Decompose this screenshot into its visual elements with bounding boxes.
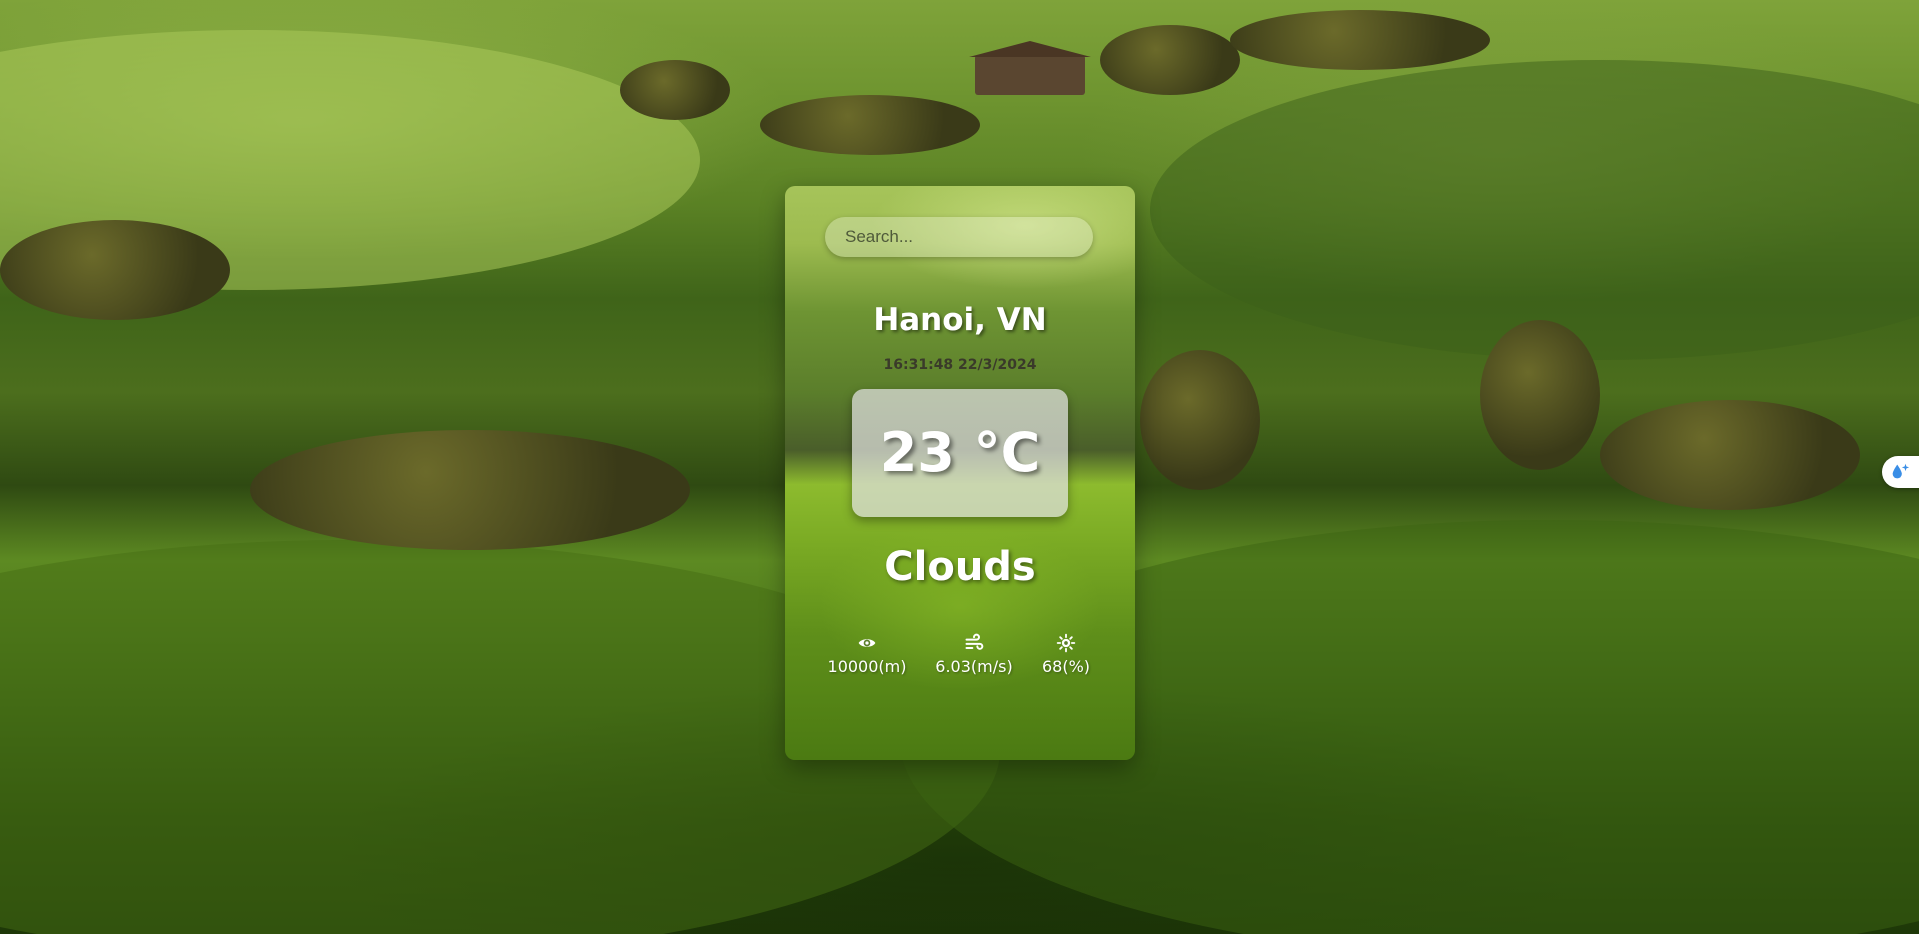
tree-cluster: [250, 430, 690, 550]
tree-cluster: [1600, 400, 1860, 510]
tree-cluster: [0, 220, 230, 320]
temperature-value: 23 °C: [879, 421, 1041, 484]
wind-value: 6.03(m/s): [935, 657, 1013, 676]
visibility-stat: 10000(m): [817, 633, 917, 676]
tree-cluster: [620, 60, 730, 120]
tree-cluster: [1100, 25, 1240, 95]
visibility-value: 10000(m): [827, 657, 907, 676]
wind-icon: [965, 633, 984, 650]
search-input[interactable]: [825, 217, 1093, 257]
hill-shape: [1150, 60, 1919, 360]
tree-cluster: [760, 95, 980, 155]
droplet-sparkle-icon: [1892, 463, 1910, 479]
humidity-stat: 68(%): [1016, 633, 1116, 676]
temperature-panel: 23 °C: [852, 389, 1068, 517]
weather-condition: Clouds: [884, 544, 1036, 590]
extension-side-button[interactable]: [1882, 456, 1919, 488]
eye-icon: [858, 639, 876, 647]
datetime-label: 16:31:48 22/3/2024: [883, 357, 1037, 373]
farmhouse: [969, 41, 1091, 95]
weather-card: Hanoi, VN 16:31:48 22/3/2024 23 °C Cloud…: [785, 186, 1135, 760]
humidity-value: 68(%): [1041, 657, 1091, 676]
humidity-icon: [1056, 633, 1076, 653]
city-name: Hanoi, VN: [873, 302, 1047, 338]
wind-stat: 6.03(m/s): [924, 633, 1024, 676]
tree-cluster: [1230, 10, 1490, 70]
tree-cluster: [1480, 320, 1600, 470]
tree-cluster: [1140, 350, 1260, 490]
